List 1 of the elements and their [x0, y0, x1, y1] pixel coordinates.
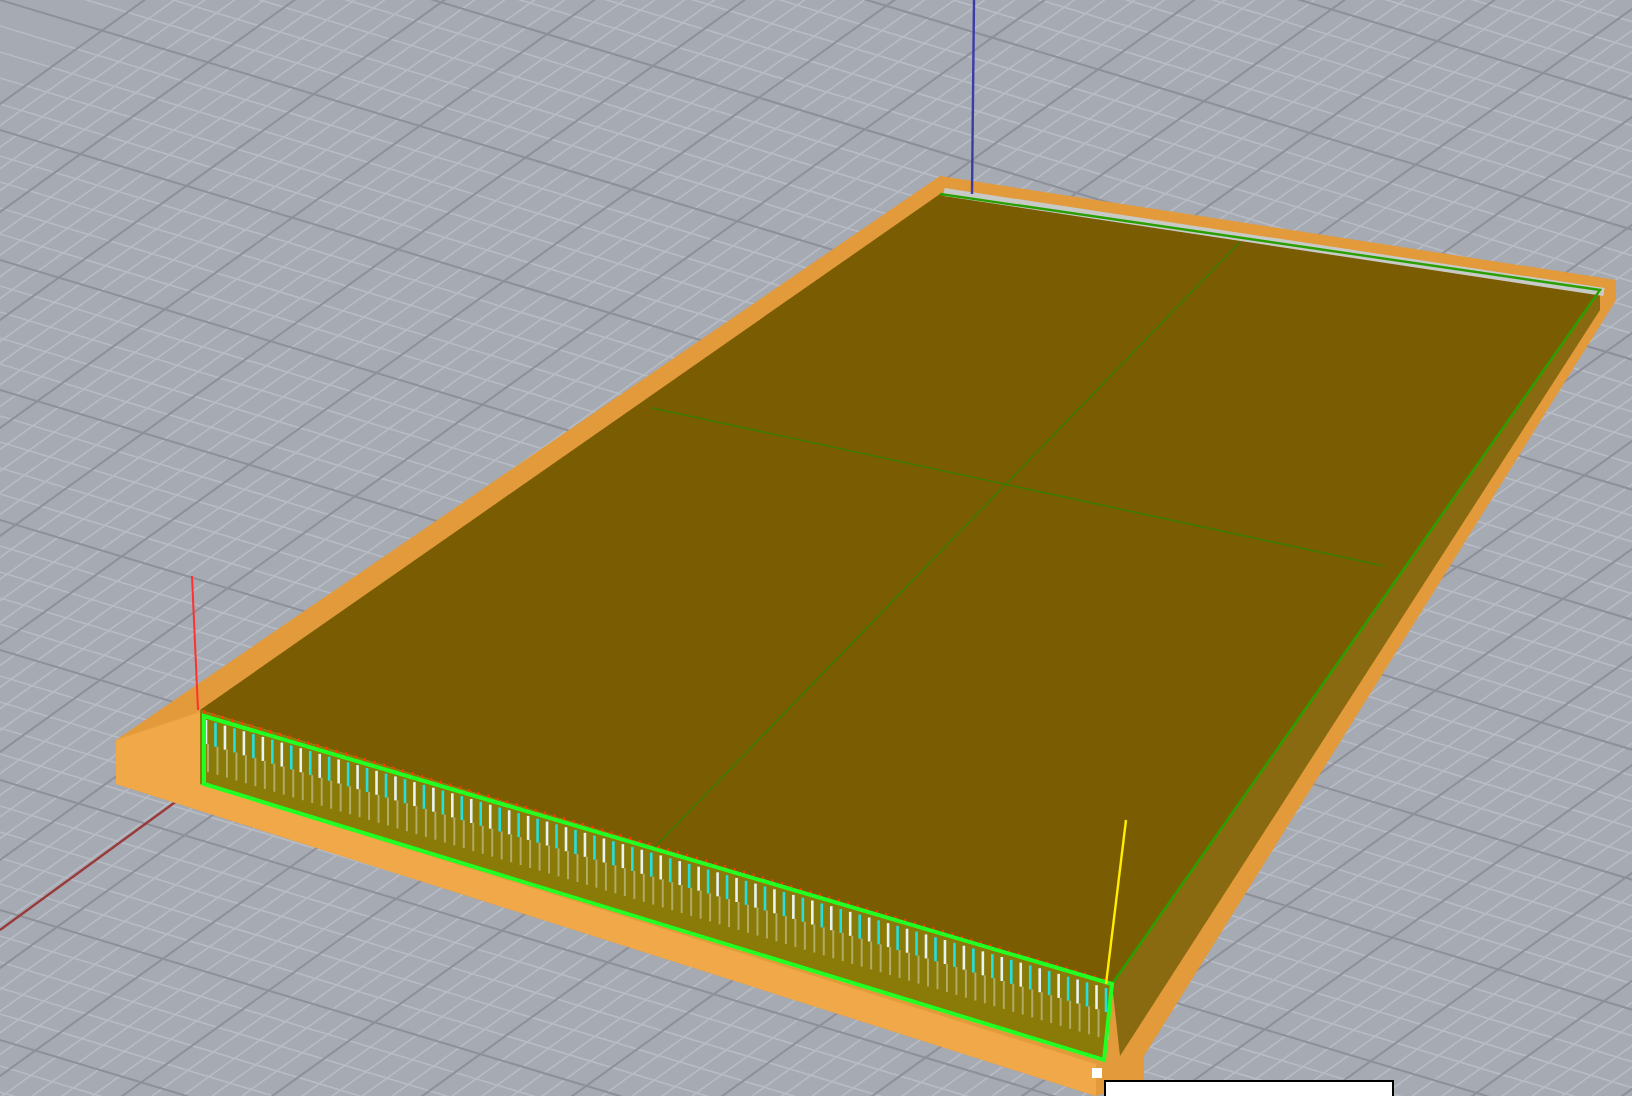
gumball-axis-line [191, 575, 199, 711]
